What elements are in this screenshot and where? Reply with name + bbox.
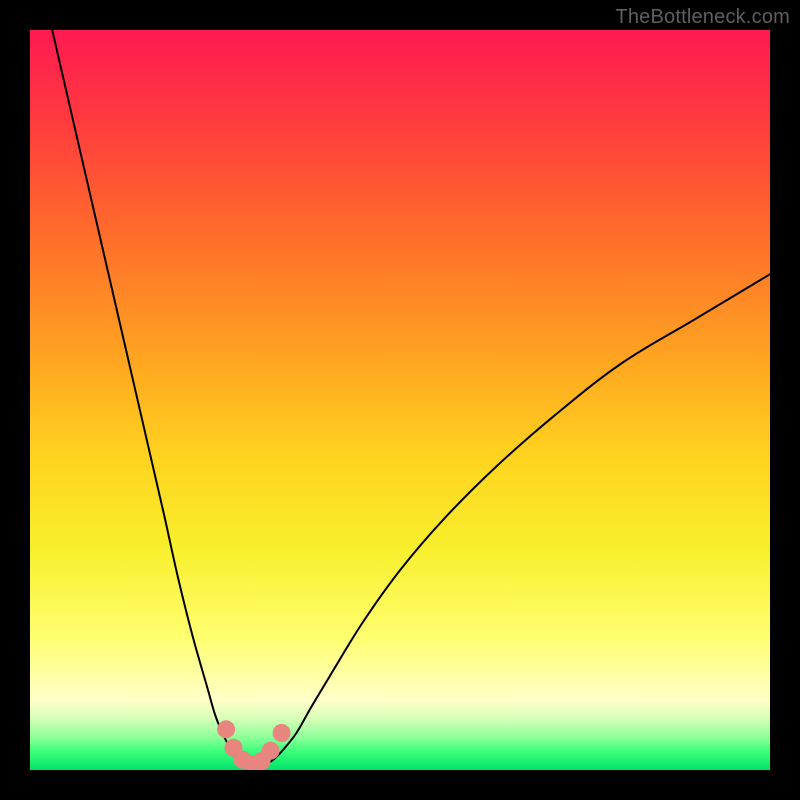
valley-marker	[273, 724, 291, 742]
watermark-text: TheBottleneck.com	[615, 6, 790, 29]
valley-marker	[217, 720, 235, 738]
valley-marker	[262, 742, 280, 760]
chart-background	[30, 30, 770, 770]
chart-frame: { "watermark": "TheBottleneck.com", "cha…	[0, 0, 800, 800]
chart-canvas	[30, 30, 770, 770]
